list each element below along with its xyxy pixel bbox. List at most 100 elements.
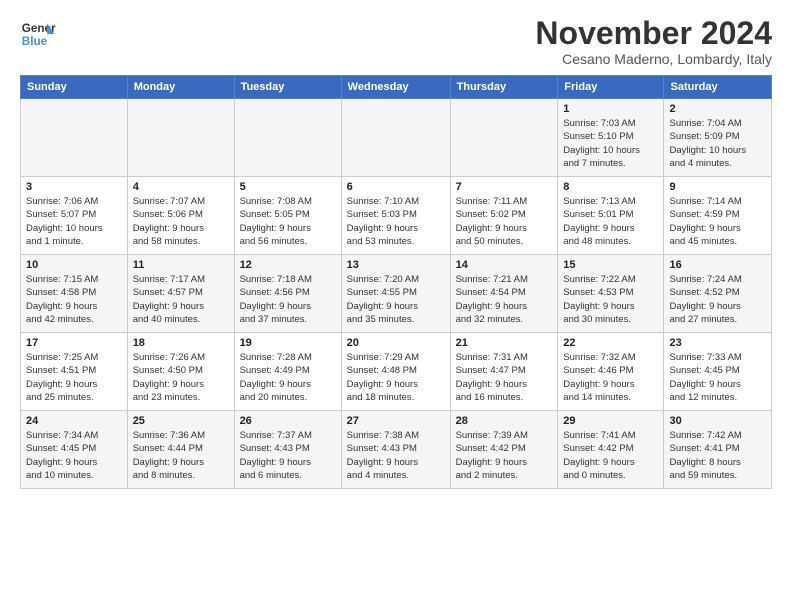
day-cell: 19Sunrise: 7:28 AMSunset: 4:49 PMDayligh… bbox=[234, 333, 341, 411]
day-number: 3 bbox=[26, 181, 122, 193]
day-number: 16 bbox=[669, 259, 766, 271]
day-number: 25 bbox=[133, 415, 229, 427]
title-area: November 2024 Cesano Maderno, Lombardy, … bbox=[535, 16, 772, 67]
day-cell bbox=[127, 99, 234, 177]
location-subtitle: Cesano Maderno, Lombardy, Italy bbox=[535, 51, 772, 67]
logo: General Blue bbox=[20, 16, 56, 52]
page: General Blue November 2024 Cesano Madern… bbox=[0, 0, 792, 499]
day-number: 21 bbox=[456, 337, 553, 349]
day-detail: Sunrise: 7:36 AMSunset: 4:44 PMDaylight:… bbox=[133, 429, 229, 482]
day-detail: Sunrise: 7:10 AMSunset: 5:03 PMDaylight:… bbox=[347, 195, 445, 248]
week-row-4: 17 Sunrise: 7:25 AMSunset: 4:51 PMDayligh… bbox=[21, 333, 772, 411]
day-cell: 17 Sunrise: 7:25 AMSunset: 4:51 PMDayligh… bbox=[21, 333, 128, 411]
day-cell: 7 Sunrise: 7:11 AMSunset: 5:02 PMDaylight… bbox=[450, 177, 558, 255]
day-detail: Sunrise: 7:39 AMSunset: 4:42 PMDaylight:… bbox=[456, 429, 553, 482]
day-cell: 3 Sunrise: 7:06 AMSunset: 5:07 PMDaylight… bbox=[21, 177, 128, 255]
day-cell: 23 Sunrise: 7:33 AMSunset: 4:45 PMDayligh… bbox=[664, 333, 772, 411]
week-row-3: 10Sunrise: 7:15 AMSunset: 4:58 PMDayligh… bbox=[21, 255, 772, 333]
day-number: 24 bbox=[26, 415, 122, 427]
day-detail: Sunrise: 7:17 AMSunset: 4:57 PMDaylight:… bbox=[133, 273, 229, 326]
header-area: General Blue November 2024 Cesano Madern… bbox=[20, 16, 772, 67]
day-detail: Sunrise: 7:18 AMSunset: 4:56 PMDaylight:… bbox=[240, 273, 336, 326]
col-wednesday: Wednesday bbox=[341, 76, 450, 99]
day-cell: 13Sunrise: 7:20 AMSunset: 4:55 PMDayligh… bbox=[341, 255, 450, 333]
day-number: 6 bbox=[347, 181, 445, 193]
day-detail: Sunrise: 7:04 AMSunset: 5:09 PMDaylight:… bbox=[669, 117, 766, 170]
day-number: 11 bbox=[133, 259, 229, 271]
day-number: 15 bbox=[563, 259, 658, 271]
day-detail: Sunrise: 7:15 AMSunset: 4:58 PMDaylight:… bbox=[26, 273, 122, 326]
day-number: 8 bbox=[563, 181, 658, 193]
day-number: 28 bbox=[456, 415, 553, 427]
day-number: 22 bbox=[563, 337, 658, 349]
day-detail: Sunrise: 7:24 AMSunset: 4:52 PMDaylight:… bbox=[669, 273, 766, 326]
day-detail: Sunrise: 7:11 AMSunset: 5:02 PMDaylight:… bbox=[456, 195, 553, 248]
day-detail: Sunrise: 7:06 AMSunset: 5:07 PMDaylight:… bbox=[26, 195, 122, 248]
day-number: 14 bbox=[456, 259, 553, 271]
day-cell: 9 Sunrise: 7:14 AMSunset: 4:59 PMDaylight… bbox=[664, 177, 772, 255]
day-detail: Sunrise: 7:14 AMSunset: 4:59 PMDaylight:… bbox=[669, 195, 766, 248]
day-detail: Sunrise: 7:13 AMSunset: 5:01 PMDaylight:… bbox=[563, 195, 658, 248]
day-cell: 11 Sunrise: 7:17 AMSunset: 4:57 PMDayligh… bbox=[127, 255, 234, 333]
day-detail: Sunrise: 7:03 AMSunset: 5:10 PMDaylight:… bbox=[563, 117, 658, 170]
day-number: 27 bbox=[347, 415, 445, 427]
day-number: 5 bbox=[240, 181, 336, 193]
day-detail: Sunrise: 7:41 AMSunset: 4:42 PMDaylight:… bbox=[563, 429, 658, 482]
day-cell: 26 Sunrise: 7:37 AMSunset: 4:43 PMDayligh… bbox=[234, 411, 341, 489]
day-detail: Sunrise: 7:07 AMSunset: 5:06 PMDaylight:… bbox=[133, 195, 229, 248]
day-cell bbox=[234, 99, 341, 177]
day-number: 7 bbox=[456, 181, 553, 193]
day-cell: 1 Sunrise: 7:03 AMSunset: 5:10 PMDaylight… bbox=[558, 99, 664, 177]
day-detail: Sunrise: 7:37 AMSunset: 4:43 PMDaylight:… bbox=[240, 429, 336, 482]
day-detail: Sunrise: 7:22 AMSunset: 4:53 PMDaylight:… bbox=[563, 273, 658, 326]
day-detail: Sunrise: 7:32 AMSunset: 4:46 PMDaylight:… bbox=[563, 351, 658, 404]
col-saturday: Saturday bbox=[664, 76, 772, 99]
col-tuesday: Tuesday bbox=[234, 76, 341, 99]
day-cell: 15 Sunrise: 7:22 AMSunset: 4:53 PMDayligh… bbox=[558, 255, 664, 333]
day-number: 12 bbox=[240, 259, 336, 271]
day-detail: Sunrise: 7:20 AMSunset: 4:55 PMDaylight:… bbox=[347, 273, 445, 326]
day-cell bbox=[341, 99, 450, 177]
day-cell: 29 Sunrise: 7:41 AMSunset: 4:42 PMDayligh… bbox=[558, 411, 664, 489]
header-row: Sunday Monday Tuesday Wednesday Thursday… bbox=[21, 76, 772, 99]
day-number: 2 bbox=[669, 103, 766, 115]
day-detail: Sunrise: 7:33 AMSunset: 4:45 PMDaylight:… bbox=[669, 351, 766, 404]
day-cell: 22 Sunrise: 7:32 AMSunset: 4:46 PMDayligh… bbox=[558, 333, 664, 411]
day-detail: Sunrise: 7:29 AMSunset: 4:48 PMDaylight:… bbox=[347, 351, 445, 404]
day-detail: Sunrise: 7:31 AMSunset: 4:47 PMDaylight:… bbox=[456, 351, 553, 404]
day-detail: Sunrise: 7:38 AMSunset: 4:43 PMDaylight:… bbox=[347, 429, 445, 482]
day-cell: 2 Sunrise: 7:04 AMSunset: 5:09 PMDaylight… bbox=[664, 99, 772, 177]
day-cell bbox=[450, 99, 558, 177]
day-number: 26 bbox=[240, 415, 336, 427]
logo-icon: General Blue bbox=[20, 16, 56, 52]
day-cell: 30Sunrise: 7:42 AMSunset: 4:41 PMDayligh… bbox=[664, 411, 772, 489]
day-number: 29 bbox=[563, 415, 658, 427]
day-cell: 25 Sunrise: 7:36 AMSunset: 4:44 PMDayligh… bbox=[127, 411, 234, 489]
day-number: 17 bbox=[26, 337, 122, 349]
day-cell: 27 Sunrise: 7:38 AMSunset: 4:43 PMDayligh… bbox=[341, 411, 450, 489]
col-sunday: Sunday bbox=[21, 76, 128, 99]
day-number: 18 bbox=[133, 337, 229, 349]
day-detail: Sunrise: 7:34 AMSunset: 4:45 PMDaylight:… bbox=[26, 429, 122, 482]
day-detail: Sunrise: 7:25 AMSunset: 4:51 PMDaylight:… bbox=[26, 351, 122, 404]
day-cell: 5Sunrise: 7:08 AMSunset: 5:05 PMDaylight… bbox=[234, 177, 341, 255]
day-number: 9 bbox=[669, 181, 766, 193]
day-detail: Sunrise: 7:26 AMSunset: 4:50 PMDaylight:… bbox=[133, 351, 229, 404]
svg-text:Blue: Blue bbox=[22, 35, 48, 48]
day-cell: 28 Sunrise: 7:39 AMSunset: 4:42 PMDayligh… bbox=[450, 411, 558, 489]
col-thursday: Thursday bbox=[450, 76, 558, 99]
day-cell: 12 Sunrise: 7:18 AMSunset: 4:56 PMDayligh… bbox=[234, 255, 341, 333]
day-number: 4 bbox=[133, 181, 229, 193]
calendar-table: Sunday Monday Tuesday Wednesday Thursday… bbox=[20, 75, 772, 489]
col-monday: Monday bbox=[127, 76, 234, 99]
day-number: 23 bbox=[669, 337, 766, 349]
day-number: 1 bbox=[563, 103, 658, 115]
col-friday: Friday bbox=[558, 76, 664, 99]
day-cell: 4 Sunrise: 7:07 AMSunset: 5:06 PMDaylight… bbox=[127, 177, 234, 255]
day-cell: 20Sunrise: 7:29 AMSunset: 4:48 PMDayligh… bbox=[341, 333, 450, 411]
day-cell: 6 Sunrise: 7:10 AMSunset: 5:03 PMDaylight… bbox=[341, 177, 450, 255]
day-detail: Sunrise: 7:21 AMSunset: 4:54 PMDaylight:… bbox=[456, 273, 553, 326]
day-cell: 18 Sunrise: 7:26 AMSunset: 4:50 PMDayligh… bbox=[127, 333, 234, 411]
day-cell: 10Sunrise: 7:15 AMSunset: 4:58 PMDayligh… bbox=[21, 255, 128, 333]
day-cell: 14 Sunrise: 7:21 AMSunset: 4:54 PMDayligh… bbox=[450, 255, 558, 333]
